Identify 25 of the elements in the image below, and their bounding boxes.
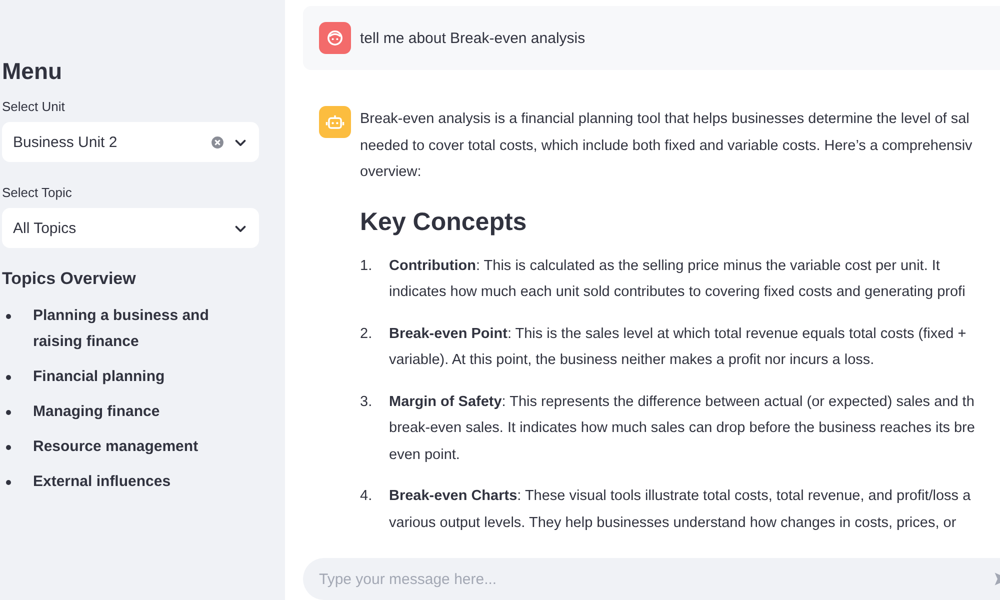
list-number: 2. (360, 324, 374, 344)
list-number: 4. (360, 487, 374, 506)
topic-item: Managing finance (33, 402, 160, 422)
topic-item: Financial planning (33, 367, 165, 387)
section-title: Topics Overview (2, 269, 137, 289)
message-input[interactable]: Type your message here... (303, 558, 1000, 600)
list-number: 3. (360, 392, 374, 412)
message-paragraph: Break-even analysis is a financial planning tool that helps businesses determine the level of sal needed to cover total costs, which include both fixed and variable costs. Here’s a comprehensiv overview: (360, 110, 974, 182)
topic-item: Planning a business and raising finance (33, 306, 210, 352)
answer-heading: Key Concepts (360, 208, 528, 236)
list-item-text: Contribution: This is calculated as the selling price minus the variable cost per unit. It indicates how much each unit sold contributes to covering fixed costs and generating profi (389, 256, 966, 302)
select-value: All Topics (13, 220, 76, 236)
select-label: Select Unit (2, 99, 66, 114)
list-item-text: Margin of Safety: This represents the difference between actual (or expected) sales and th break-even sales. It indicates how much sales can drop before the business reaches its bre even point. (389, 392, 975, 464)
select-value: Business Unit 2 (13, 134, 118, 150)
select-label: Select Topic (2, 185, 73, 200)
list-item-text: Break-even Charts: These visual tools illustrate total costs, total revenue, and profit/loss a various output levels. They help businesses understand how changes in costs, prices, or (389, 487, 971, 532)
sidebar-title: Menu (2, 58, 64, 85)
select-field[interactable]: All Topics (2, 208, 259, 248)
message-text: tell me about Break-even analysis (360, 30, 586, 46)
select-field[interactable]: Business Unit 2 (2, 122, 259, 162)
list-item-text: Break-even Point: This is the sales level at which total revenue equals total costs (fixed + variable). At this point, the business neither makes a profit nor incurs a loss. (389, 324, 966, 370)
list-number: 1. (360, 256, 374, 276)
topic-item: External influences (33, 472, 171, 492)
topic-item: Resource management (33, 437, 198, 457)
